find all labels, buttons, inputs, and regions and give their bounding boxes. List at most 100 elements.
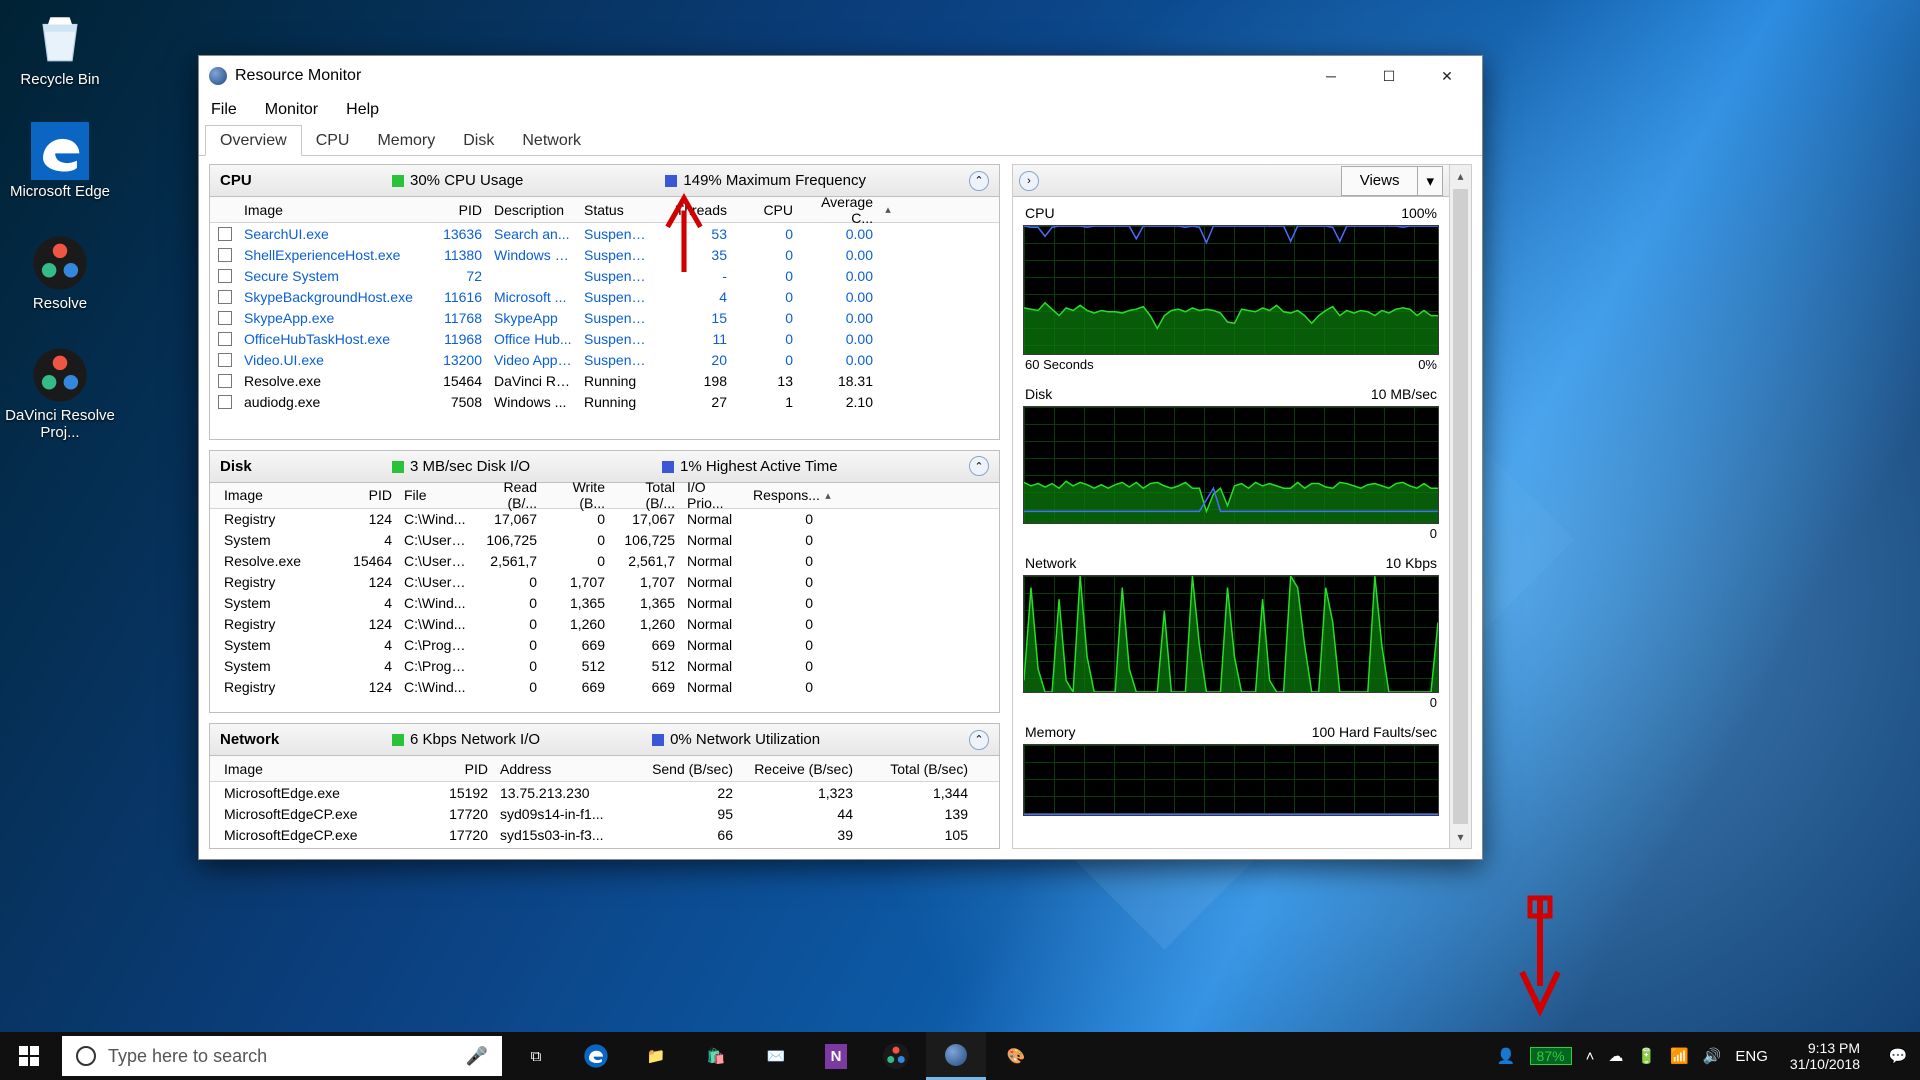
views-dropdown[interactable]: Views▾ <box>1341 166 1443 196</box>
tab-memory[interactable]: Memory <box>363 126 449 155</box>
title-bar[interactable]: Resource Monitor ─ ☐ ✕ <box>199 56 1482 96</box>
menu-file[interactable]: File <box>211 101 237 119</box>
checkbox[interactable] <box>218 269 232 283</box>
taskbar-edge[interactable] <box>566 1032 626 1080</box>
menu-monitor[interactable]: Monitor <box>265 101 318 119</box>
charts-pane: › Views▾ CPU100% 60 Seconds0% Disk10 MB/… <box>1012 164 1472 849</box>
table-row[interactable]: Resolve.exe15464C:\Users... 2,561,702,56… <box>210 551 999 572</box>
expand-icon[interactable]: › <box>1019 171 1039 191</box>
collapse-icon[interactable]: ⌃ <box>969 171 989 191</box>
recycle-bin-icon <box>31 10 89 68</box>
clock[interactable]: 9:13 PM31/10/2018 <box>1782 1040 1868 1072</box>
collapse-icon[interactable]: ⌃ <box>969 730 989 750</box>
table-row[interactable]: Video.UI.exe13200Video Appl... Suspended… <box>210 349 999 370</box>
cpu-panel-header[interactable]: CPU 30% CPU Usage 149% Maximum Frequency… <box>210 165 999 197</box>
cpu-process-list[interactable]: SearchUI.exe13636Search an... Suspended5… <box>210 223 999 439</box>
desktop-icon-label: Resolve <box>33 295 87 312</box>
taskbar-resolve[interactable] <box>866 1032 926 1080</box>
desktop-icons: Recycle Bin Microsoft Edge Resolve DaVin… <box>4 4 124 452</box>
action-center-icon[interactable]: 💬 <box>1882 1040 1914 1072</box>
collapse-icon[interactable]: ⌃ <box>969 456 989 476</box>
checkbox[interactable] <box>218 374 232 388</box>
menu-help[interactable]: Help <box>346 101 379 119</box>
table-row[interactable]: MicrosoftEdgeCP.exe17720syd09s14-in-f1..… <box>210 803 999 824</box>
minimize-button[interactable]: ─ <box>1302 57 1360 95</box>
close-button[interactable]: ✕ <box>1418 57 1476 95</box>
onedrive-icon[interactable]: ☁ <box>1608 1047 1623 1065</box>
table-row[interactable]: Registry124C:\Wind... 17,067017,067Norma… <box>210 509 999 530</box>
taskbar-paint[interactable]: 🎨 <box>986 1032 1046 1080</box>
desktop-icon-label: DaVinci Resolve Proj... <box>4 407 116 442</box>
cortana-icon <box>76 1046 96 1066</box>
desktop-icon-recycle-bin[interactable]: Recycle Bin <box>4 4 116 116</box>
table-row[interactable]: Registry124C:\Users... 01,7071,707Normal… <box>210 572 999 593</box>
panel-title: Disk <box>220 458 370 475</box>
cpu-usage-stat: 30% CPU Usage <box>392 172 523 189</box>
table-row[interactable]: SkypeApp.exe11768SkypeApp Suspended1500.… <box>210 307 999 328</box>
checkbox[interactable] <box>218 311 232 325</box>
table-row[interactable]: MicrosoftEdgeCP.exe17720syd15s03-in-f3..… <box>210 824 999 845</box>
table-row[interactable]: Secure System72 Suspended-00.00 <box>210 265 999 286</box>
table-row[interactable]: System4C:\Progr... 0669669Normal0 <box>210 635 999 656</box>
desktop-icon-resolve-proj[interactable]: DaVinci Resolve Proj... <box>4 340 116 452</box>
checkbox[interactable] <box>218 353 232 367</box>
table-row[interactable]: SkypeBackgroundHost.exe11616Microsoft ..… <box>210 286 999 307</box>
checkbox[interactable] <box>218 290 232 304</box>
disk-column-headers[interactable]: Image PID File Read (B/... Write (B... T… <box>210 483 999 509</box>
chevron-down-icon: ▾ <box>1417 167 1442 195</box>
checkbox[interactable] <box>218 248 232 262</box>
table-row[interactable]: System4C:\Wind... 01,3651,365Normal0 <box>210 593 999 614</box>
disk-activity-list[interactable]: Registry124C:\Wind... 17,067017,067Norma… <box>210 509 999 713</box>
checkbox[interactable] <box>218 395 232 409</box>
chart-network: Network10 Kbps 0 <box>1013 547 1449 716</box>
cpu-maxfreq-stat: 149% Maximum Frequency <box>665 172 866 189</box>
table-row[interactable]: MicrosoftEdge.exe1519213.75.213.230 221,… <box>210 782 999 803</box>
maximize-button[interactable]: ☐ <box>1360 57 1418 95</box>
table-row[interactable]: System4C:\Progr... 0512512Normal0 <box>210 656 999 677</box>
taskbar-explorer[interactable]: 📁 <box>626 1032 686 1080</box>
checkbox[interactable] <box>218 332 232 346</box>
table-row[interactable]: audiodg.exe7508Windows ... Running2712.1… <box>210 391 999 412</box>
app-icon <box>209 67 227 85</box>
network-column-headers[interactable]: Image PID Address Send (B/sec) Receive (… <box>210 756 999 782</box>
taskbar-onenote[interactable]: N <box>806 1032 866 1080</box>
cpu-chart <box>1023 225 1439 355</box>
network-activity-list[interactable]: MicrosoftEdge.exe1519213.75.213.230 221,… <box>210 782 999 848</box>
tab-cpu[interactable]: CPU <box>302 126 364 155</box>
charts-header: › Views▾ <box>1013 165 1449 197</box>
checkbox[interactable] <box>218 227 232 241</box>
tab-disk[interactable]: Disk <box>449 126 508 155</box>
power-icon[interactable]: 🔋 <box>1637 1047 1656 1065</box>
task-view-button[interactable]: ⧉ <box>506 1032 566 1080</box>
tab-overview[interactable]: Overview <box>205 125 302 156</box>
table-row[interactable]: Registry124C:\Wind... 0669669Normal0 <box>210 677 999 698</box>
memory-chart <box>1023 744 1439 816</box>
charts-scrollbar[interactable]: ▴▾ <box>1449 165 1471 848</box>
language-indicator[interactable]: ENG <box>1735 1048 1768 1065</box>
start-button[interactable] <box>0 1032 58 1080</box>
disk-io-stat: 3 MB/sec Disk I/O <box>392 458 530 475</box>
tab-network[interactable]: Network <box>508 126 595 155</box>
network-panel-header[interactable]: Network 6 Kbps Network I/O 0% Network Ut… <box>210 724 999 756</box>
people-icon[interactable]: 👤 <box>1497 1047 1516 1065</box>
desktop-icon-resolve[interactable]: Resolve <box>4 228 116 340</box>
panel-title: CPU <box>220 172 370 189</box>
table-row[interactable]: ShellExperienceHost.exe11380Windows S...… <box>210 244 999 265</box>
taskbar-store[interactable]: 🛍️ <box>686 1032 746 1080</box>
microphone-icon[interactable]: 🎤 <box>466 1046 488 1067</box>
table-row[interactable]: Resolve.exe15464DaVinci Re... Running198… <box>210 370 999 391</box>
tray-overflow-icon[interactable]: ˄ <box>1586 1048 1595 1065</box>
table-row[interactable]: System4C:\Users... 106,7250106,725Normal… <box>210 530 999 551</box>
volume-icon[interactable]: 🔊 <box>1703 1047 1722 1065</box>
cpu-column-headers[interactable]: Image PID Description Status Threads CPU… <box>210 197 999 223</box>
desktop-icon-edge[interactable]: Microsoft Edge <box>4 116 116 228</box>
table-row[interactable]: SearchUI.exe13636Search an... Suspended5… <box>210 223 999 244</box>
wifi-icon[interactable]: 📶 <box>1670 1047 1689 1065</box>
search-box[interactable]: Type here to search 🎤 <box>62 1036 502 1076</box>
table-row[interactable]: Registry124C:\Wind... 01,2601,260Normal0 <box>210 614 999 635</box>
table-row[interactable]: OfficeHubTaskHost.exe11968Office Hub... … <box>210 328 999 349</box>
taskbar-resmon[interactable] <box>926 1032 986 1080</box>
battery-indicator[interactable]: 87% <box>1530 1047 1572 1065</box>
disk-panel-header[interactable]: Disk 3 MB/sec Disk I/O 1% Highest Active… <box>210 451 999 483</box>
taskbar-mail[interactable]: ✉️ <box>746 1032 806 1080</box>
